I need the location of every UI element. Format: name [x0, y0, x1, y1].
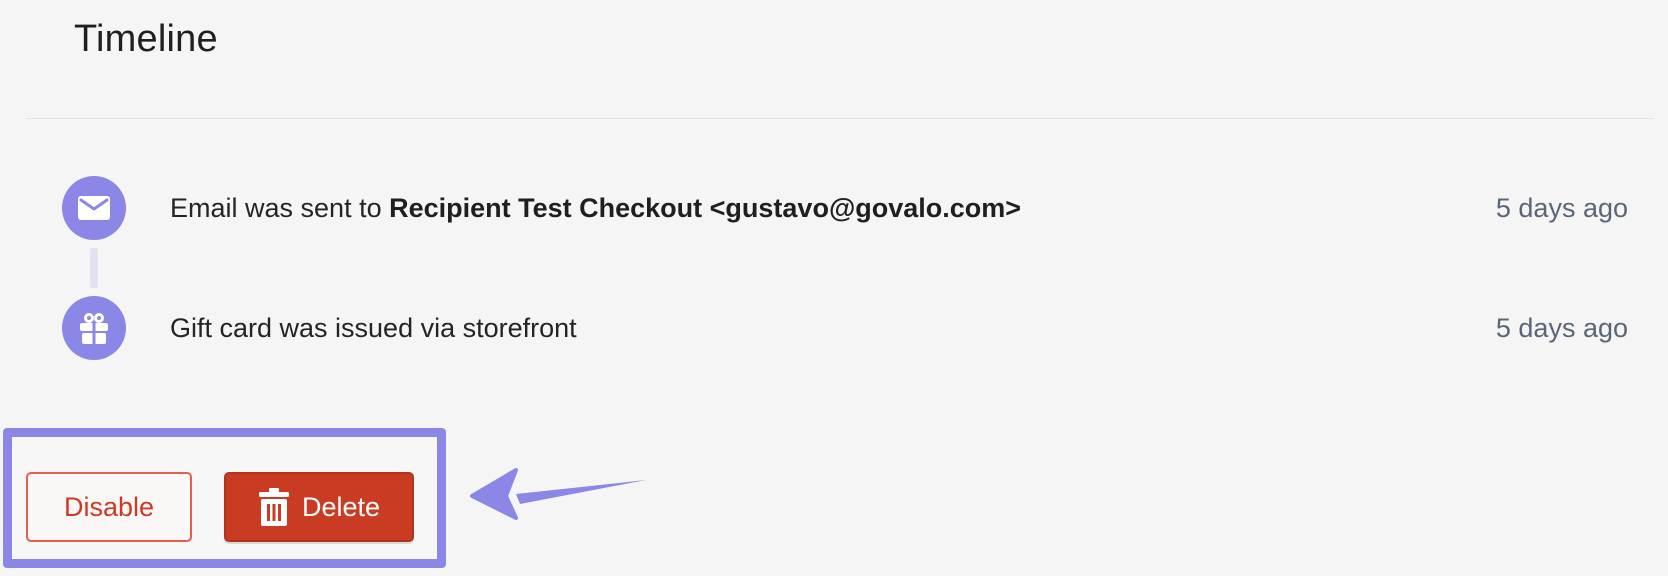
trash-icon — [258, 488, 289, 526]
delete-button[interactable]: Delete — [224, 472, 414, 542]
timeline-event-email: Email was sent to Recipient Test Checkou… — [0, 176, 1668, 240]
arrow-annotation-icon — [470, 468, 646, 520]
gift-icon — [62, 296, 126, 360]
timeline-event-message: Email was sent to Recipient Test Checkou… — [170, 176, 1021, 240]
timeline-event-text: Gift card was issued via storefront — [170, 313, 577, 343]
envelope-icon — [62, 176, 126, 240]
timeline-list: Email was sent to Recipient Test Checkou… — [0, 0, 1668, 400]
timeline-event-gift-card: Gift card was issued via storefront 5 da… — [0, 296, 1668, 360]
timeline-connector — [90, 248, 98, 288]
timeline-event-time: 5 days ago — [1495, 313, 1628, 343]
delete-button-label: Delete — [301, 491, 381, 522]
timeline-event-recipient: Recipient Test Checkout <gustavo@govalo.… — [389, 193, 1022, 223]
disable-button[interactable]: Disable — [26, 472, 192, 542]
timeline-event-time: 5 days ago — [1495, 193, 1628, 223]
timeline-event-message: Gift card was issued via storefront — [170, 296, 577, 360]
timeline-event-text: Email was sent to — [170, 193, 390, 223]
